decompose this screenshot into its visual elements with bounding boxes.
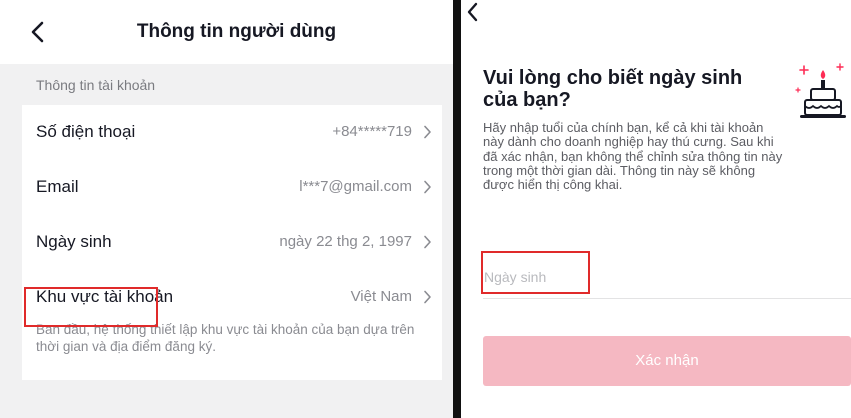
content-area: Thông tin tài khoản Số điện thoại +84***… bbox=[0, 64, 453, 418]
row-label: Ngày sinh bbox=[36, 232, 112, 251]
row-value: l***7@gmail.com bbox=[299, 178, 412, 195]
birthday-cake-icon bbox=[795, 63, 846, 118]
birthday-screen: Vui lòng cho biết ngày sinh của bạn? Hãy… bbox=[461, 0, 851, 418]
chevron-left-icon[interactable] bbox=[466, 2, 480, 22]
highlight-box bbox=[24, 287, 158, 327]
screen-divider bbox=[453, 0, 461, 418]
row-value: +84*****719 bbox=[332, 123, 412, 140]
chevron-right-icon bbox=[424, 235, 431, 249]
chevron-right-icon bbox=[424, 125, 431, 139]
chevron-right-icon bbox=[424, 290, 431, 304]
heading: Vui lòng cho biết ngày sinh của bạn? bbox=[483, 67, 743, 111]
user-info-screen: Thông tin người dùng Thông tin tài khoản… bbox=[0, 0, 453, 418]
row-value: Việt Nam bbox=[350, 288, 412, 305]
page-title: Thông tin người dùng bbox=[136, 21, 337, 42]
header: Thông tin người dùng bbox=[0, 0, 453, 64]
highlight-box bbox=[481, 251, 590, 294]
section-title: Thông tin tài khoản bbox=[36, 77, 156, 93]
description: Hãy nhập tuổi của chính bạn, kể cả khi t… bbox=[483, 120, 783, 193]
chevron-right-icon bbox=[424, 180, 431, 194]
row-label: Số điện thoại bbox=[36, 122, 136, 141]
row-value: ngày 22 thg 2, 1997 bbox=[279, 233, 412, 250]
account-info-card: Số điện thoại +84*****719 Email l***7@gm… bbox=[22, 105, 442, 380]
email-row[interactable]: Email l***7@gmail.com bbox=[22, 160, 442, 214]
row-label: Email bbox=[36, 177, 79, 196]
birthday-row[interactable]: Ngày sinh ngày 22 thg 2, 1997 bbox=[22, 215, 442, 269]
confirm-button[interactable]: Xác nhận bbox=[483, 336, 851, 386]
phone-row[interactable]: Số điện thoại +84*****719 bbox=[22, 105, 442, 159]
